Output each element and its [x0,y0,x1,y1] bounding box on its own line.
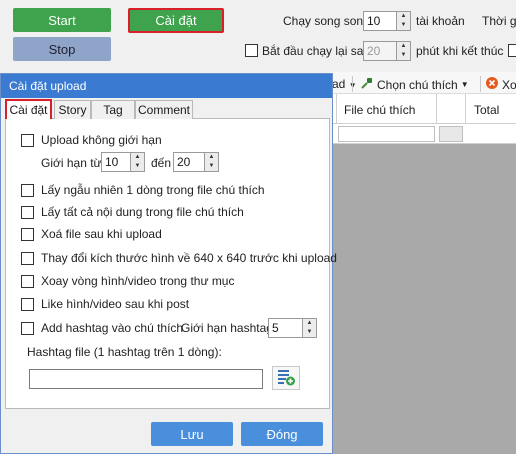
random-line-label: Lấy ngẫu nhiên 1 dòng trong file chú thí… [41,183,265,197]
delete-icon [485,76,499,93]
all-content-label: Lấy tất cả nội dung trong file chú thích [41,205,244,219]
restart-label: Bắt đầu chạy lại sau [262,44,371,58]
limit-to-input[interactable]: 20 [173,152,205,172]
restart-checkbox[interactable] [245,44,258,57]
option-delete-after[interactable]: Xoá file sau khi upload [21,227,162,241]
toolbar-divider [480,76,481,92]
data-grid [329,94,516,454]
option-resize-image[interactable]: Thay đổi kích thước hình về 640 x 640 tr… [21,251,337,265]
add-hashtag-checkbox[interactable] [21,321,34,335]
parallel-stepper[interactable]: ▲ ▼ [397,11,411,31]
settings-panel: Upload không giới hạn Giới hạn từ 10 ▲ ▼ … [5,119,337,409]
delete-after-label: Xoá file sau khi upload [41,227,162,241]
rotate-media-checkbox[interactable] [21,274,34,288]
stop-button[interactable]: Stop [13,37,111,61]
limit-to-stepper[interactable]: ▲ ▼ [205,152,219,172]
hashtag-limit-label: Giới hạn hashtag: [181,321,277,335]
start-button[interactable]: Start [13,8,111,32]
option-all-content[interactable]: Lấy tất cả nội dung trong file chú thích [21,205,244,219]
limit-from-label: Giới hạn từ [41,156,102,170]
hashtag-limit-stepper[interactable]: ▲ ▼ [303,318,317,338]
tab-tag[interactable]: Tag [91,100,135,119]
parallel-input[interactable]: 10 [363,11,397,31]
grid-col-divider [465,94,466,124]
option-random-line[interactable]: Lấy ngẫu nhiên 1 dòng trong file chú thí… [21,183,265,197]
resize-image-label: Thay đổi kích thước hình về 640 x 640 tr… [41,251,337,265]
toolbar-divider [352,76,353,92]
tab-comment[interactable]: Comment [135,100,193,119]
all-content-checkbox[interactable] [21,205,34,219]
grid-column-total[interactable]: Total [474,103,499,117]
restart-input[interactable]: 20 [363,41,397,61]
parallel-label: Chạy song song [283,14,370,28]
tab-bar: Cài đặt Story Tag Comment [5,99,330,119]
eyedropper-icon [360,76,374,93]
add-hashtag-label: Add hashtag vào chú thích [41,321,184,335]
time-label: Thời gi [482,14,516,28]
extra-checkbox[interactable] [508,44,516,57]
add-file-button[interactable] [272,366,300,390]
option-like-after[interactable]: Like hình/video sau khi post [21,297,189,311]
like-after-label: Like hình/video sau khi post [41,297,190,311]
install-button[interactable]: Cài đặt [128,8,224,33]
hashtag-file-label: Hashtag file (1 hashtag trên 1 dòng): [27,345,222,359]
tab-story[interactable]: Story [54,100,91,119]
tab-settings[interactable]: Cài đặt [5,99,52,119]
grid-col-divider [436,94,437,124]
grid-cell-button[interactable] [439,126,463,142]
unlimited-upload-checkbox[interactable] [21,133,34,147]
option-unlimited-upload[interactable]: Upload không giới hạn [21,133,162,147]
unlimited-upload-label: Upload không giới hạn [41,133,162,147]
delete-after-checkbox[interactable] [21,227,34,241]
random-line-checkbox[interactable] [21,183,34,197]
grid-column-caption-file[interactable]: File chú thích [344,103,415,117]
resize-image-checkbox[interactable] [21,251,34,265]
grid-cell[interactable] [338,126,435,142]
delete-button[interactable]: Xo [485,76,516,93]
dialog-title: Cài đặt upload [1,74,332,98]
like-after-checkbox[interactable] [21,297,34,311]
upload-settings-dialog: Cài đặt upload Cài đặt Story Tag Comment… [0,73,337,454]
restart-suffix-label: phút khi kết thúc [416,44,504,58]
restart-stepper[interactable]: ▲ ▼ [397,41,411,61]
close-button[interactable]: Đóng [241,422,323,446]
grid-col-divider [336,94,337,124]
add-list-icon [276,368,296,389]
limit-from-stepper[interactable]: ▲ ▼ [131,152,145,172]
limit-from-input[interactable]: 10 [101,152,131,172]
hashtag-limit-input[interactable]: 5 [268,318,303,338]
accounts-label: tài khoản [416,14,465,28]
rotate-media-label: Xoay vòng hình/video trong thư mục [41,274,235,288]
hashtag-file-input[interactable] [29,369,263,389]
choose-caption-button[interactable]: Chọn chú thích ▼ [360,76,469,93]
save-button[interactable]: Lưu [151,422,233,446]
option-add-hashtag[interactable]: Add hashtag vào chú thích [21,321,183,335]
limit-to-label: đến [151,156,172,170]
option-rotate-media[interactable]: Xoay vòng hình/video trong thư mục [21,274,234,288]
